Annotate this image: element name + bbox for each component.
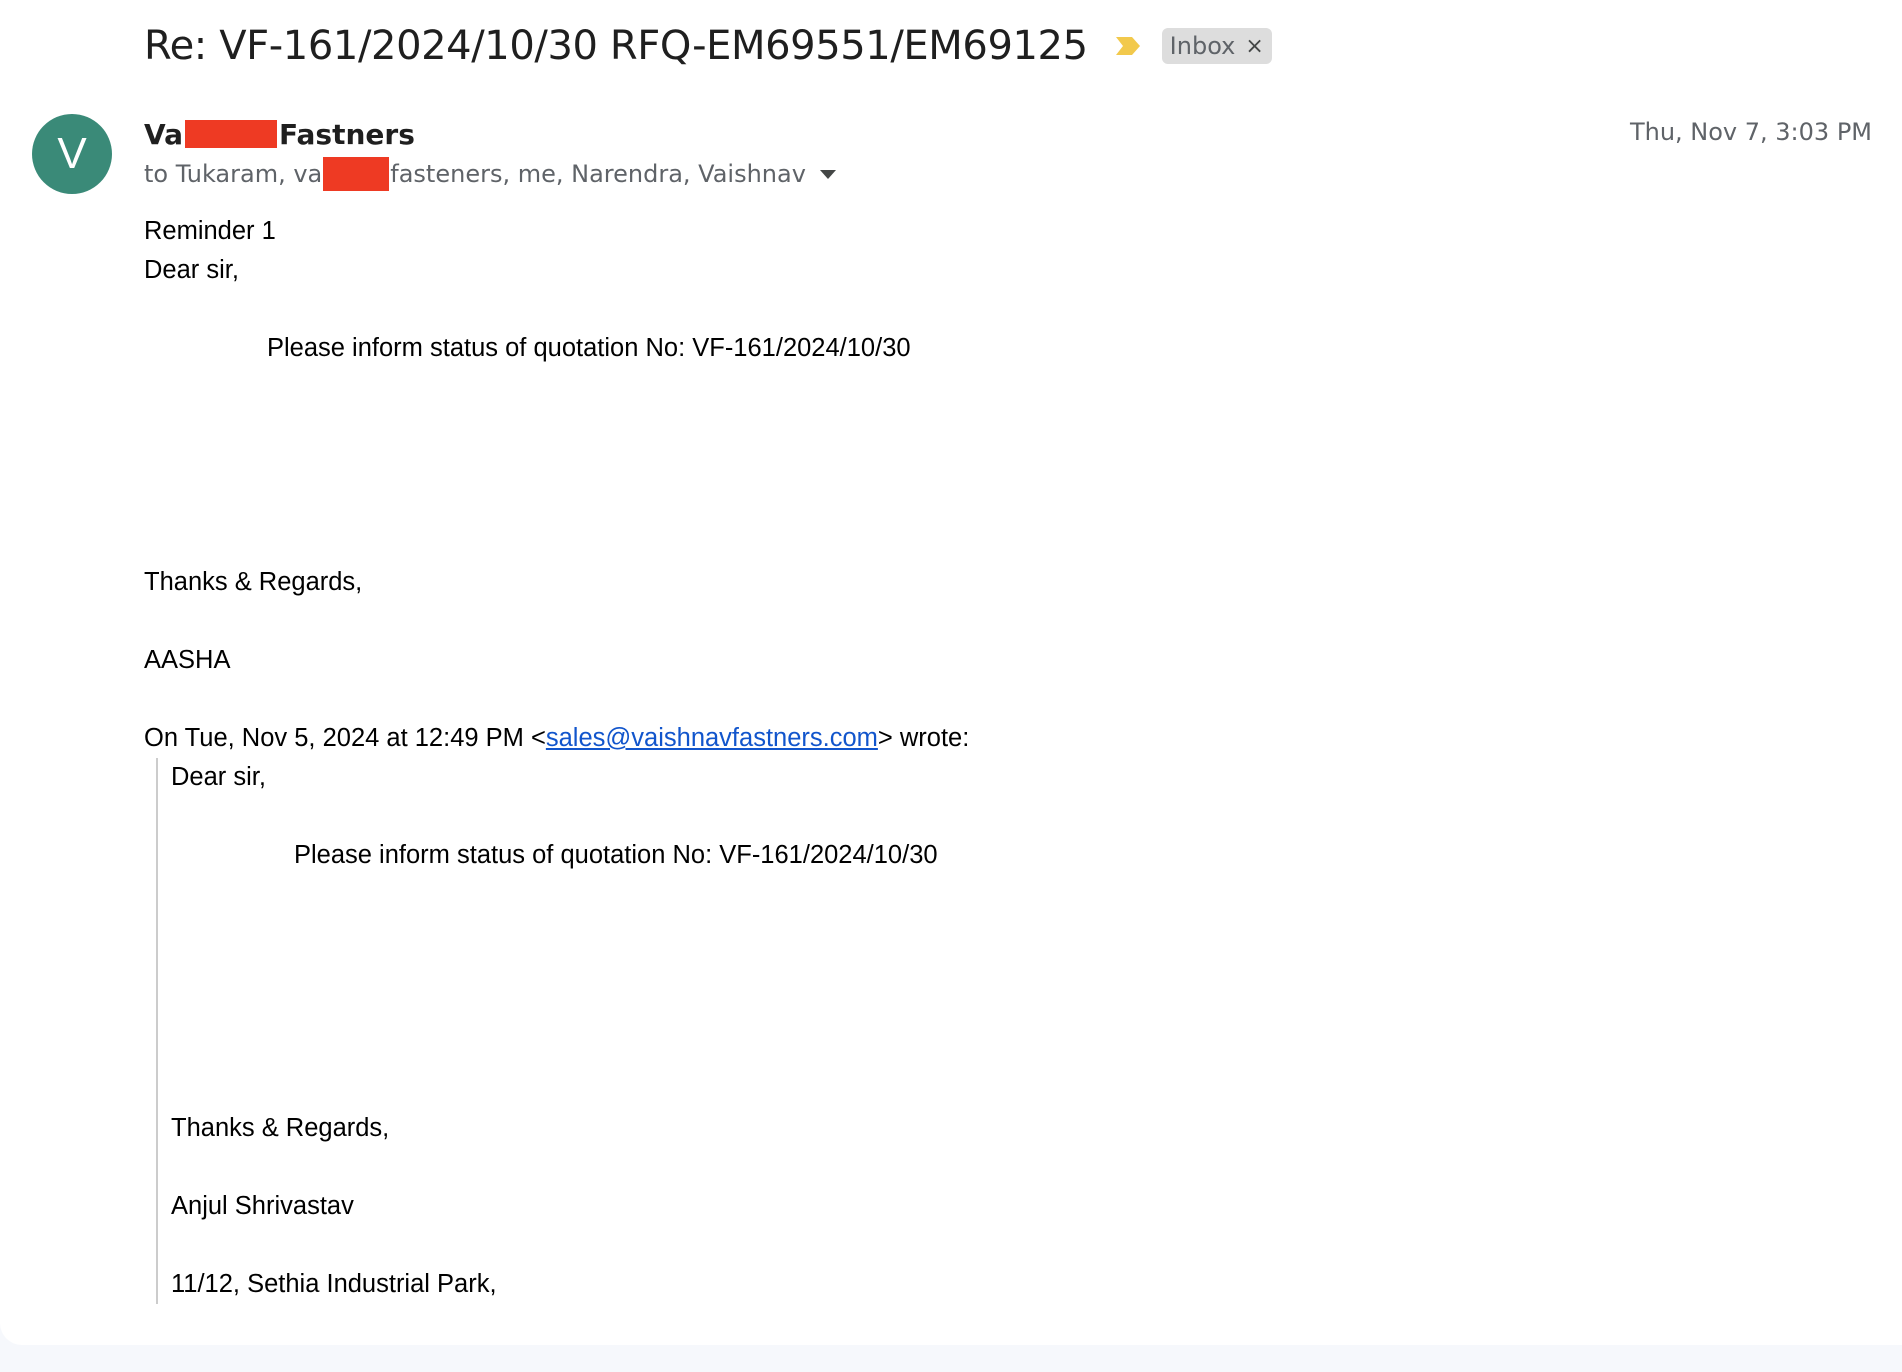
subject-row: Re: VF-161/2024/10/30 RFQ-EM69551/EM6912… <box>144 16 1272 76</box>
email-date[interactable]: Thu, Nov 7, 3:03 PM <box>1630 118 1872 146</box>
recipients-before-redaction: to Tukaram, va <box>144 160 323 188</box>
quoted-signature-line: Anjul Shrivastav <box>171 1192 354 1220</box>
email-subject: Re: VF-161/2024/10/30 RFQ-EM69551/EM6912… <box>144 23 1088 69</box>
email-body: Reminder 1 Dear sir, Please inform statu… <box>144 212 1844 1304</box>
redaction-box <box>185 120 278 148</box>
inbox-label-chip[interactable]: Inbox × <box>1161 28 1272 64</box>
quoted-message: Dear sir, Please inform status of quotat… <box>156 758 1844 1304</box>
avatar[interactable]: V <box>32 114 112 194</box>
sender-name-prefix: Va <box>144 117 184 151</box>
quoted-closing-line: Thanks & Regards, <box>171 1114 390 1142</box>
sender-name-suffix: Fastners <box>279 117 415 151</box>
quote-header-prefix: On Tue, Nov 5, 2024 at 12:49 PM < <box>144 724 546 752</box>
signature-line: AASHA <box>144 646 231 674</box>
caret-down-icon[interactable] <box>819 169 836 179</box>
closing-line: Thanks & Regards, <box>144 568 363 596</box>
quote-header: On Tue, Nov 5, 2024 at 12:49 PM <sales@v… <box>144 719 1844 758</box>
quoted-greeting-line: Dear sir, <box>171 763 266 791</box>
redaction-box <box>323 157 390 191</box>
greeting-line: Dear sir, <box>144 256 239 284</box>
inbox-label-text: Inbox <box>1169 32 1236 60</box>
sender-email-link[interactable]: sales@vaishnavfastners.com <box>546 724 878 752</box>
reminder-line: Reminder 1 <box>144 217 276 245</box>
recipients-row: to Tukaram, va fasteners, me, Narendra, … <box>144 156 836 192</box>
close-icon[interactable]: × <box>1245 34 1263 59</box>
quote-header-suffix: > wrote: <box>877 724 970 752</box>
quoted-message-line: Please inform status of quotation No: VF… <box>294 841 938 869</box>
recipients-after-redaction: fasteners, me, Narendra, Vaishnav <box>390 160 806 188</box>
email-message-view: Re: VF-161/2024/10/30 RFQ-EM69551/EM6912… <box>0 0 1902 1345</box>
quoted-address-line: 11/12, Sethia Industrial Park, <box>171 1270 497 1298</box>
importance-marker-icon[interactable] <box>1114 35 1142 57</box>
message-line: Please inform status of quotation No: VF… <box>267 334 911 362</box>
sender-name[interactable]: Va Fastners <box>144 114 415 154</box>
